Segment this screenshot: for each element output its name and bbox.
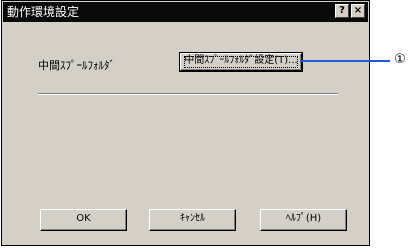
spool-folder-settings-label: 中間ｽﾌﾟｰﾙﾌｫﾙﾀﾞ設定(T)... <box>184 55 298 66</box>
ok-button[interactable]: OK <box>40 209 127 231</box>
close-icon[interactable]: × <box>351 4 365 18</box>
help-icon[interactable]: ? <box>335 4 349 18</box>
callout-line <box>300 60 390 62</box>
cancel-button[interactable]: ｷｬﾝｾﾙ <box>149 209 236 231</box>
callout-number: ① <box>394 52 406 67</box>
spool-folder-label: 中間ｽﾌﾟｰﾙﾌｫﾙﾀﾞ <box>38 59 115 72</box>
window-title: 動作環境設定 <box>7 5 80 19</box>
help-button[interactable]: ﾍﾙﾌﾟ(H) <box>260 209 347 231</box>
settings-dialog: 動作環境設定 ? × 中間ｽﾌﾟｰﾙﾌｫﾙﾀﾞ 中間ｽﾌﾟｰﾙﾌｫﾙﾀﾞ設定(T… <box>1 0 370 246</box>
spool-folder-settings-button[interactable]: 中間ｽﾌﾟｰﾙﾌｫﾙﾀﾞ設定(T)... <box>179 52 303 72</box>
title-bar[interactable]: 動作環境設定 ? × <box>3 2 368 22</box>
separator <box>38 93 338 95</box>
